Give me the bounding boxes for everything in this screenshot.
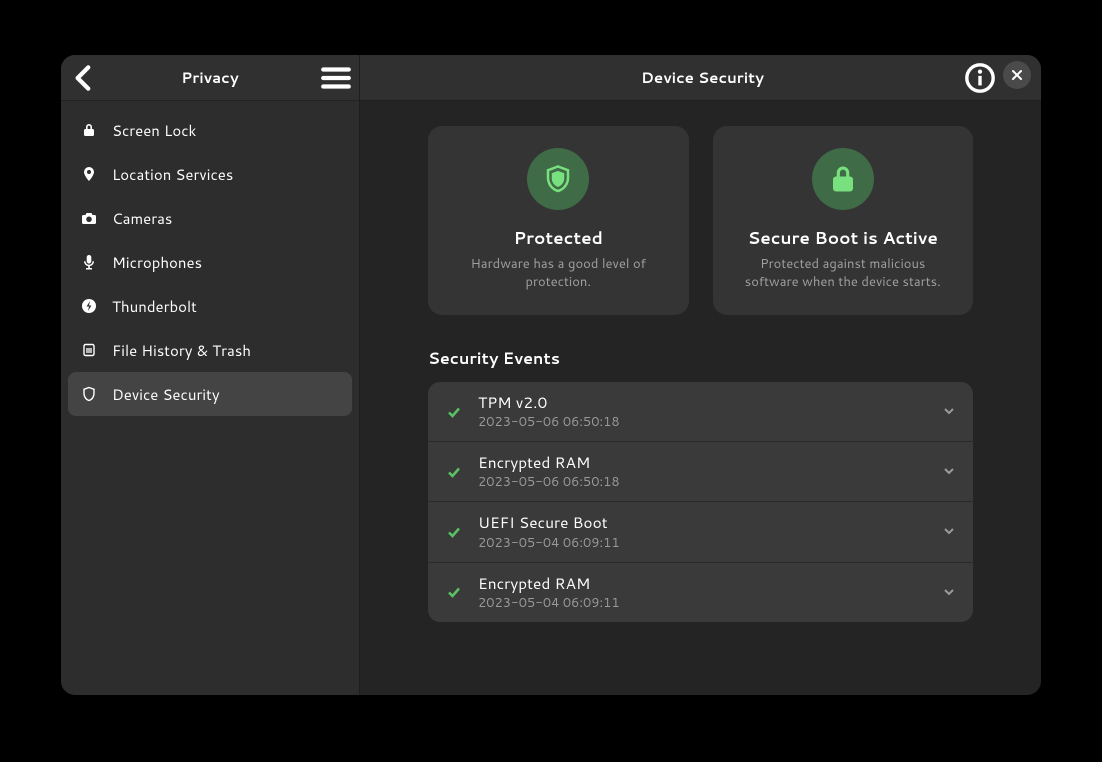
chevron-left-icon [67,61,101,95]
shield-badge-icon [527,148,589,210]
check-icon [446,465,462,479]
event-name: TPM v2.0 [478,392,927,412]
sidebar-item-microphones[interactable]: Microphones [68,240,352,284]
event-timestamp: 2023-05-06 06:50:18 [478,413,927,431]
sidebar-item-location-services[interactable]: Location Services [68,152,352,196]
card-description: Hardware has a good level of protection. [448,256,669,291]
camera-icon [80,209,98,227]
event-name: Encrypted RAM [478,573,927,593]
header-actions [963,61,1031,95]
security-event-row[interactable]: UEFI Secure Boot 2023-05-04 06:09:11 [428,502,973,562]
thunderbolt-icon [80,297,98,315]
microphone-icon [80,253,98,271]
chevron-down-icon [943,581,955,604]
sidebar: Privacy Screen Lock Location Services Came… [61,55,360,695]
sidebar-item-label: Thunderbolt [112,296,197,317]
chevron-down-icon [943,520,955,543]
check-icon [446,525,462,539]
security-event-row[interactable]: Encrypted RAM2023-05-06 06:50:18 [428,442,973,502]
hamburger-icon [319,61,353,95]
sidebar-title: Privacy [101,67,319,88]
sidebar-item-file-history-trash[interactable]: File History & Trash [68,328,352,372]
info-button[interactable] [963,61,997,95]
chevron-down-icon [943,460,955,483]
sidebar-item-thunderbolt[interactable]: Thunderbolt [68,284,352,328]
sidebar-item-label: Location Services [112,164,233,185]
card-title: Secure Boot is Active [748,226,938,250]
event-name: UEFI Secure Boot [478,512,927,532]
sidebar-item-label: Screen Lock [112,120,196,141]
close-button[interactable] [1003,61,1031,89]
sidebar-header: Privacy [61,55,359,101]
event-timestamp: 2023-05-06 06:50:18 [478,473,927,491]
sidebar-item-label: File History & Trash [112,340,251,361]
close-icon [1011,69,1023,81]
sidebar-item-label: Microphones [112,252,202,273]
event-name: Encrypted RAM [478,452,927,472]
sidebar-item-screen-lock[interactable]: Screen Lock [68,108,352,152]
security-event-row[interactable]: Encrypted RAM2023-05-04 06:09:11 [428,563,973,622]
check-icon [446,585,462,599]
settings-window: Privacy Screen Lock Location Services Came… [61,55,1041,695]
sidebar-item-cameras[interactable]: Cameras [68,196,352,240]
sidebar-item-label: Cameras [112,208,172,229]
trash-icon [80,341,98,359]
status-cards: Protected Hardware has a good level of pr… [428,126,973,315]
sidebar-item-label: Device Security [112,384,220,405]
event-timestamp: 2023-05-04 06:09:11 [478,594,927,612]
main-header: Device Security [360,55,1041,101]
check-icon [446,405,462,419]
main-body: Protected Hardware has a good level of pr… [360,101,1041,652]
status-card-protected: Protected Hardware has a good level of pr… [428,126,689,315]
sidebar-item-device-security[interactable]: Device Security [68,372,352,416]
card-description: Protected against malicious software whe… [733,256,954,291]
card-title: Protected [514,226,603,250]
main-panel: Device Security Protected Hardware has a … [360,55,1041,695]
back-button[interactable] [67,61,101,95]
shield-icon [80,385,98,403]
sidebar-list: Screen Lock Location Services Cameras Micro… [61,101,359,423]
security-events-list: TPM v2.02023-05-06 06:50:18Encrypted RAM… [428,382,973,622]
security-event-row[interactable]: TPM v2.02023-05-06 06:50:18 [428,382,973,442]
lock-badge-icon [812,148,874,210]
chevron-down-icon [943,400,955,423]
hamburger-menu-button[interactable] [319,61,353,95]
status-card-secure-boot-is-active: Secure Boot is Active Protected against m… [713,126,974,315]
location-icon [80,165,98,183]
info-icon [963,61,997,95]
lock-icon [80,121,98,139]
page-title: Device Security [442,67,963,88]
security-events-title: Security Events [428,347,973,370]
event-timestamp: 2023-05-04 06:09:11 [478,534,927,552]
